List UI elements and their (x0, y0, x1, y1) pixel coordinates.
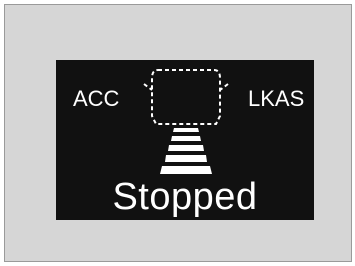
lane-stripes-icon (160, 128, 212, 174)
status-text: Stopped (112, 176, 258, 218)
acc-indicator-label: ACC (73, 86, 120, 111)
instrument-display: ACC LKAS Stopped (56, 60, 314, 220)
acc-lkas-graphic (143, 69, 229, 174)
lkas-indicator-label: LKAS (248, 86, 305, 111)
lead-vehicle-outline-icon (143, 69, 229, 125)
figure-frame: ACC LKAS Stopped (4, 4, 352, 262)
